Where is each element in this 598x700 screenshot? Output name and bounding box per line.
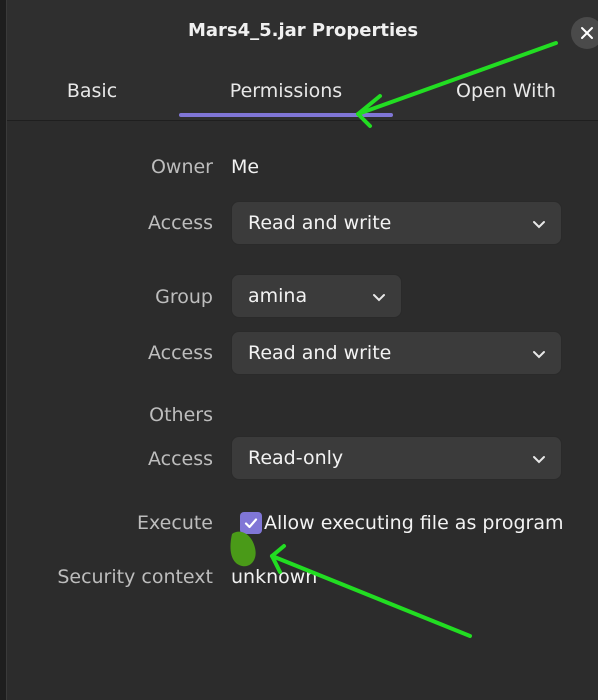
dialog-title: Mars4_5.jar Properties bbox=[187, 20, 419, 41]
group-label: Group bbox=[155, 286, 213, 308]
chevron-down-icon bbox=[533, 456, 545, 464]
chevron-down-icon bbox=[533, 351, 545, 359]
owner-label: Owner bbox=[150, 156, 213, 178]
others-label: Others bbox=[149, 404, 213, 426]
checkmark-icon bbox=[244, 518, 258, 529]
tab-basic[interactable]: Basic bbox=[47, 80, 137, 102]
group-access-label: Access bbox=[147, 342, 213, 364]
tab-permissions[interactable]: Permissions bbox=[204, 80, 368, 102]
others-access-value: Read-only bbox=[248, 447, 344, 469]
owner-access-label: Access bbox=[147, 212, 213, 234]
group-access-value: Read and write bbox=[248, 342, 392, 364]
group-dropdown[interactable]: amina bbox=[231, 274, 402, 318]
owner-access-value: Read and write bbox=[248, 212, 392, 234]
chevron-down-icon bbox=[373, 294, 385, 302]
properties-dialog: Mars4_5.jar Properties Basic Permissions… bbox=[6, 0, 598, 700]
close-button[interactable] bbox=[571, 17, 598, 49]
owner-value: Me bbox=[231, 156, 260, 178]
execute-checkbox-label[interactable]: Allow executing file as program bbox=[264, 512, 563, 534]
active-tab-indicator bbox=[179, 113, 393, 117]
execute-checkbox[interactable] bbox=[240, 512, 262, 534]
group-access-dropdown[interactable]: Read and write bbox=[231, 331, 562, 375]
owner-access-dropdown[interactable]: Read and write bbox=[231, 201, 562, 245]
chevron-down-icon bbox=[533, 221, 545, 229]
others-access-label: Access bbox=[147, 448, 213, 470]
security-context-label: Security context bbox=[57, 566, 213, 588]
group-value: amina bbox=[248, 285, 308, 307]
title-bar: Mars4_5.jar Properties bbox=[7, 0, 598, 64]
execute-label: Execute bbox=[137, 512, 213, 534]
others-access-dropdown[interactable]: Read-only bbox=[231, 436, 562, 480]
tab-open-with[interactable]: Open With bbox=[444, 80, 568, 102]
security-context-value: unknown bbox=[231, 566, 318, 588]
close-icon bbox=[581, 27, 593, 39]
